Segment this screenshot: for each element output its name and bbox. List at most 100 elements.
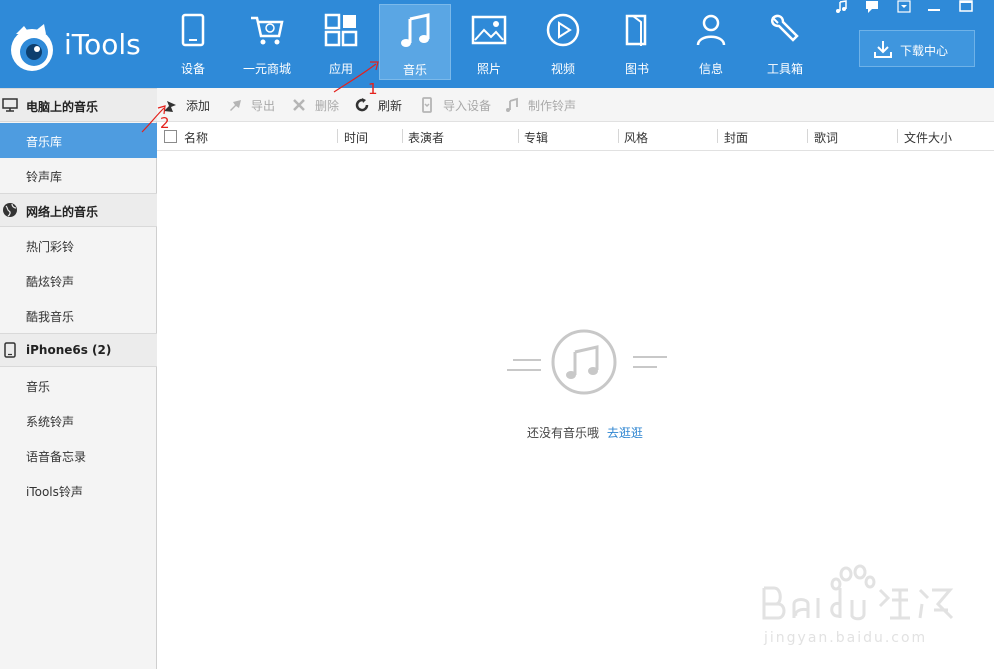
import-device-button[interactable]: 导入设备 <box>419 97 499 113</box>
device-icon <box>181 13 205 47</box>
sidebar-item-kuwo-music[interactable]: 酷我音乐 <box>0 298 157 333</box>
sidebar: 电脑上的音乐 音乐库 铃声库 网络上的音乐 热门彩铃 酷炫铃声 酷我音乐 iPh… <box>0 88 157 669</box>
sidebar-section-label: 电脑上的音乐 <box>26 100 99 114</box>
app-name: iTools <box>64 28 141 61</box>
export-label: 导出 <box>251 99 276 113</box>
nav-device[interactable]: 设备 <box>157 4 229 80</box>
make-ringtone-label: 制作铃声 <box>528 99 577 113</box>
sidebar-section-label: 网络上的音乐 <box>26 205 99 219</box>
wrench-icon <box>771 14 799 42</box>
refresh-icon <box>355 98 369 112</box>
music-icon <box>401 13 430 47</box>
make-ringtone-button[interactable]: 制作铃声 <box>504 97 584 113</box>
import-device-icon <box>422 97 432 113</box>
sidebar-item-label: 酷我音乐 <box>26 310 75 324</box>
column-header-cover[interactable]: 封面 <box>724 129 748 146</box>
app-logo: iTools <box>6 18 156 74</box>
table-header: 名称 时间 表演者 专辑 风格 封面 歌词 文件大小 <box>157 122 994 151</box>
sidebar-item-system-ringtones[interactable]: 系统铃声 <box>0 403 157 438</box>
nav-toolbox[interactable]: 工具箱 <box>749 4 821 80</box>
nav-photos[interactable]: 照片 <box>453 4 525 80</box>
column-divider <box>518 129 519 143</box>
video-icon <box>546 13 580 47</box>
cart-icon <box>251 16 284 45</box>
select-all-checkbox[interactable] <box>164 130 177 143</box>
delete-icon <box>293 99 305 111</box>
sidebar-item-iphone-music[interactable]: 音乐 <box>0 368 157 403</box>
add-label: 添加 <box>186 99 211 113</box>
nav-label-video: 视频 <box>550 62 575 76</box>
column-divider <box>402 129 403 143</box>
sidebar-item-ringtone-library[interactable]: 铃声库 <box>0 158 157 193</box>
nav-label-info: 信息 <box>698 62 723 76</box>
book-icon <box>625 14 647 46</box>
nav-shop[interactable]: 一元商城 <box>231 4 303 80</box>
export-button[interactable]: 导出 <box>227 97 287 113</box>
download-icon <box>874 41 892 58</box>
nav-books[interactable]: 图书 <box>601 4 673 80</box>
nav-apps[interactable]: 应用 <box>305 4 377 80</box>
sidebar-item-label: 音乐 <box>26 380 51 394</box>
user-icon <box>696 14 726 46</box>
monitor-icon <box>2 98 18 112</box>
svg-text:jingyan.baidu.com: jingyan.baidu.com <box>763 630 927 646</box>
nav-label-device: 设备 <box>180 62 205 76</box>
nav-music[interactable]: 音乐 <box>379 4 451 80</box>
sidebar-item-hot-ringback[interactable]: 热门彩铃 <box>0 228 157 263</box>
sidebar-item-itools-ringtones[interactable]: iTools铃声 <box>0 473 157 508</box>
sidebar-item-label: 语音备忘录 <box>26 450 87 464</box>
delete-button[interactable]: 删除 <box>291 97 351 113</box>
top-bar: iTools 设备 一元商城 应用 音乐 照片 视频 图书 信息 工具箱 下载中… <box>0 0 994 88</box>
maximize-icon[interactable] <box>956 0 976 14</box>
feedback-icon[interactable] <box>862 0 882 14</box>
nav-info[interactable]: 信息 <box>675 4 747 80</box>
browse-link[interactable]: 去逛逛 <box>607 426 643 440</box>
column-header-name[interactable]: 名称 <box>184 129 208 146</box>
refresh-button[interactable]: 刷新 <box>354 97 414 113</box>
sidebar-section-label: iPhone6s (2) <box>26 343 112 357</box>
sidebar-item-label: iTools铃声 <box>26 485 83 499</box>
nav-label-photos: 照片 <box>476 62 501 76</box>
sidebar-item-label: 铃声库 <box>26 170 63 184</box>
empty-message-text: 还没有音乐哦 <box>527 426 600 440</box>
column-divider <box>897 129 898 143</box>
sidebar-item-label: 系统铃声 <box>26 415 75 429</box>
empty-music-illustration-icon <box>507 329 667 395</box>
sidebar-item-cool-ringtones[interactable]: 酷炫铃声 <box>0 263 157 298</box>
sidebar-item-label: 酷炫铃声 <box>26 275 75 289</box>
sidebar-item-voice-memos[interactable]: 语音备忘录 <box>0 438 157 473</box>
globe-icon <box>3 203 17 217</box>
refresh-label: 刷新 <box>378 99 403 113</box>
column-divider <box>618 129 619 143</box>
add-arrow-icon <box>164 101 176 112</box>
column-header-genre[interactable]: 风格 <box>624 129 648 146</box>
column-header-album[interactable]: 专辑 <box>524 129 548 146</box>
import-device-label: 导入设备 <box>443 99 492 113</box>
ringtone-icon <box>506 97 518 112</box>
nav-label-music: 音乐 <box>402 63 427 77</box>
nav-video[interactable]: 视频 <box>527 4 599 80</box>
add-button[interactable]: 添加 <box>162 97 222 113</box>
column-header-time[interactable]: 时间 <box>344 129 368 146</box>
sidebar-section-online-music[interactable]: 网络上的音乐 <box>0 193 157 227</box>
column-divider <box>717 129 718 143</box>
download-center-button[interactable]: 下载中心 <box>859 30 975 67</box>
apps-icon <box>324 13 358 47</box>
menu-icon[interactable] <box>894 0 914 14</box>
minimize-icon[interactable] <box>924 0 944 14</box>
sidebar-item-label: 热门彩铃 <box>26 240 75 254</box>
toolbar: 添加 导出 删除 刷新 导入设备 制作铃声 <box>157 88 994 122</box>
baidu-jingyan-watermark-icon: jingyan.baidu.com <box>762 564 954 646</box>
itools-logo-icon <box>11 24 53 71</box>
music-mini-icon[interactable] <box>832 0 852 14</box>
sidebar-section-iphone[interactable]: iPhone6s (2) <box>0 333 157 367</box>
nav-label-apps: 应用 <box>328 62 353 76</box>
delete-label: 删除 <box>315 99 340 113</box>
sidebar-item-label: 音乐库 <box>26 135 63 149</box>
column-header-artist[interactable]: 表演者 <box>408 129 444 146</box>
sidebar-item-music-library[interactable]: 音乐库 <box>0 123 157 158</box>
column-header-file-size[interactable]: 文件大小 <box>904 129 952 146</box>
column-header-lyrics[interactable]: 歌词 <box>814 129 838 146</box>
sidebar-section-pc-music[interactable]: 电脑上的音乐 <box>0 88 157 122</box>
export-icon <box>230 100 241 111</box>
